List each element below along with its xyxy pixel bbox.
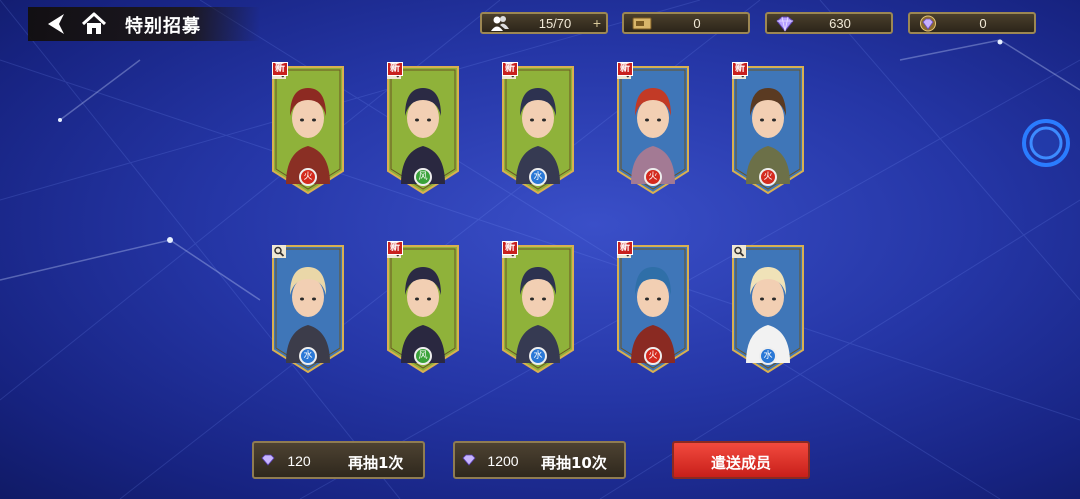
party-count: 15/70 [538, 16, 572, 31]
draw-once-button[interactable]: 120 再抽1次 [252, 441, 425, 479]
element-icon: 水 [529, 347, 547, 365]
gem-icon [776, 16, 794, 32]
recruit-card[interactable]: 新火 [272, 62, 344, 194]
draw-ten-label: 再抽10次 [541, 454, 607, 472]
character-face [292, 98, 324, 138]
party-members-icon [491, 16, 509, 31]
ticket-icon [632, 17, 652, 30]
paid-gem-icon [920, 15, 936, 32]
recruit-card[interactable]: 新水 [502, 62, 574, 194]
new-badge: 新 [387, 62, 403, 76]
element-icon: 风 [414, 347, 432, 365]
character-face [637, 277, 669, 317]
character-face [522, 98, 554, 138]
new-badge: 新 [732, 62, 748, 76]
new-badge: 新 [272, 62, 288, 76]
recruit-card[interactable]: 水 [732, 245, 804, 373]
new-badge: 新 [617, 241, 633, 255]
recruit-card[interactable]: 新风 [387, 241, 459, 373]
element-icon: 火 [644, 168, 662, 186]
ticket-bar: 0 [622, 12, 750, 34]
party-count-bar[interactable]: 15/70 + [480, 12, 608, 34]
recruit-card[interactable]: 新火 [617, 62, 689, 194]
new-badge: 新 [617, 62, 633, 76]
element-icon: 风 [414, 168, 432, 186]
floating-assist-ring-icon[interactable] [1021, 118, 1071, 168]
character-face [752, 98, 784, 138]
element-icon: 火 [644, 347, 662, 365]
paid-gem-bar: 0 [908, 12, 1036, 34]
new-badge: 新 [502, 241, 518, 255]
gem-bar: 630 [765, 12, 893, 34]
dismiss-members-button[interactable]: 遣送成员 [672, 441, 810, 479]
dismiss-members-label: 遣送成员 [710, 454, 771, 472]
back-arrow-icon[interactable] [44, 11, 70, 37]
paid-gem-count: 0 [979, 16, 987, 31]
character-face [407, 98, 439, 138]
character-face [522, 277, 554, 317]
gem-count: 630 [829, 16, 851, 31]
ticket-count: 0 [693, 16, 701, 31]
recruit-card[interactable]: 新火 [732, 62, 804, 194]
element-icon: 火 [299, 168, 317, 186]
new-badge: 新 [502, 62, 518, 76]
character-face [292, 277, 324, 317]
character-face [637, 98, 669, 138]
recruit-card[interactable]: 新水 [502, 241, 574, 373]
recruit-card[interactable]: 新风 [387, 62, 459, 194]
new-badge: 新 [387, 241, 403, 255]
element-icon: 水 [759, 347, 777, 365]
zoom-icon[interactable] [272, 245, 286, 258]
recruit-card[interactable]: 水 [272, 245, 344, 373]
recruit-card[interactable]: 新火 [617, 241, 689, 373]
element-icon: 火 [759, 168, 777, 186]
element-icon: 水 [529, 168, 547, 186]
zoom-icon[interactable] [732, 245, 746, 258]
draw-once-label: 再抽1次 [348, 454, 404, 472]
add-icon[interactable]: + [593, 15, 601, 31]
page-title: 特别招募 [125, 16, 201, 37]
gem-icon [462, 454, 476, 466]
gem-icon [261, 454, 275, 466]
draw-ten-button[interactable]: 1200 再抽10次 [453, 441, 626, 479]
draw-once-cost: 120 [287, 453, 311, 469]
home-icon[interactable] [80, 10, 108, 38]
character-face [752, 277, 784, 317]
draw-ten-cost: 1200 [487, 453, 519, 469]
element-icon: 水 [299, 347, 317, 365]
character-face [407, 277, 439, 317]
